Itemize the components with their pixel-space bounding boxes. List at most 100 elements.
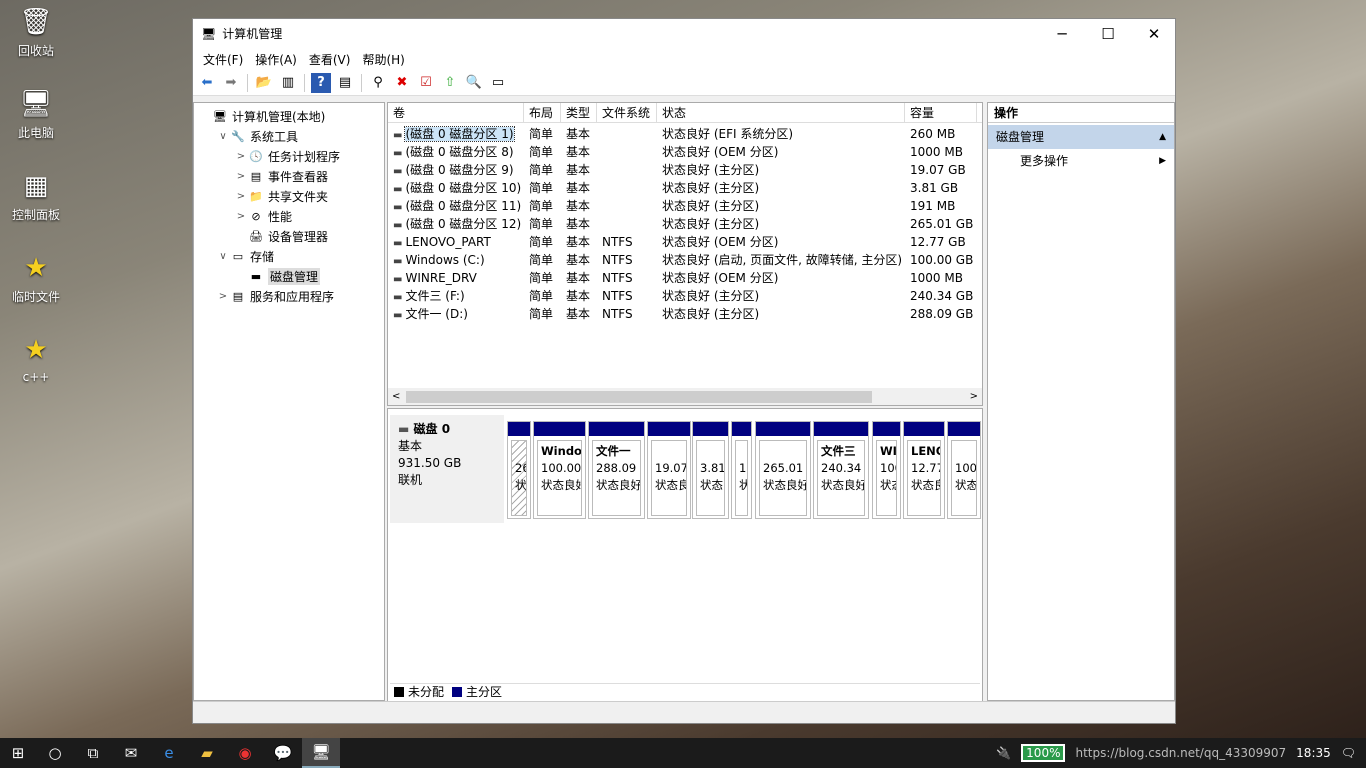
tree-node[interactable]: ∨ 🔧 系统工具 [194, 126, 384, 146]
clock[interactable]: 18:35 [1296, 746, 1331, 760]
partition-body: LENOVO 12.77 GB 状态良好 [907, 440, 941, 516]
scroll-right-icon[interactable]: > [970, 391, 978, 402]
collapse-icon[interactable]: ▲ [1159, 125, 1166, 149]
minimize-button[interactable]: ─ [1039, 19, 1085, 48]
menu-file[interactable]: 文件(F) [197, 51, 249, 68]
show-hide-tree-icon[interactable]: ▥ [278, 73, 298, 93]
table-row[interactable]: ▬ (磁盘 0 磁盘分区 11) 简单 基本 状态良好 (主分区) 191 MB [388, 197, 982, 215]
table-cell: 简单 [529, 127, 554, 141]
table-row[interactable]: ▬ Windows (C:) 简单 基本 NTFS 状态良好 (启动, 页面文件, 故障转… [388, 251, 982, 269]
tree-node[interactable]: > 🕓 任务计划程序 [194, 146, 384, 166]
partition-size: 265.01 GB [763, 461, 806, 475]
partition-name: WINRE [880, 444, 897, 458]
table-cell: 状态良好 (启动, 页面文件, 故障转储, 主分区) [662, 253, 903, 267]
column-header[interactable]: 状态 [657, 103, 905, 122]
expand-toggle-icon[interactable]: ∨ [216, 251, 230, 262]
tree-node[interactable]: ▬ 磁盘管理 [194, 266, 384, 286]
connect-icon[interactable]: ⚲ [368, 73, 388, 93]
close-button[interactable]: ✕ [1131, 19, 1177, 48]
help-icon[interactable]: ? [311, 72, 331, 93]
computer-management-task-icon[interactable]: 🖥 [302, 738, 340, 768]
tree-node[interactable]: > 📁 共享文件夹 [194, 186, 384, 206]
edge-icon[interactable]: e [150, 738, 188, 768]
table-cell: 19.07 GB [910, 163, 966, 177]
tree-node-icon: 🖥 [213, 109, 227, 123]
tree-node[interactable]: > ▤ 事件查看器 [194, 166, 384, 186]
properties-view-icon[interactable]: ▤ [335, 73, 355, 93]
notification-icon[interactable]: 🗨 [1341, 746, 1356, 760]
more-actions-item[interactable]: 更多操作 ▶ [988, 149, 1174, 173]
table-row[interactable]: ▬ (磁盘 0 磁盘分区 9) 简单 基本 状态良好 (主分区) 19.07 GB [388, 161, 982, 179]
table-row[interactable]: ▬ (磁盘 0 磁盘分区 12) 简单 基本 状态良好 (主分区) 265.01 GB [388, 215, 982, 233]
tree-node[interactable]: ∨ ▭ 存储 [194, 246, 384, 266]
column-header[interactable]: 类型 [561, 103, 597, 122]
menu-view[interactable]: 查看(V) [303, 51, 357, 68]
console-icon[interactable]: ▭ [488, 73, 508, 93]
maximize-button[interactable]: ☐ [1085, 19, 1131, 48]
tree-node[interactable]: > ⊘ 性能 [194, 206, 384, 226]
disk-info[interactable]: ▬ 磁盘 0 基本 931.50 GB 联机 [390, 415, 504, 523]
table-row[interactable]: ▬ LENOVO_PART 简单 基本 NTFS 状态良好 (OEM 分区) 12.77 G… [388, 233, 982, 251]
column-header[interactable]: 容量 [905, 103, 977, 122]
column-header[interactable]: 文件系统 [597, 103, 657, 122]
menu-help[interactable]: 帮助(H) [356, 51, 410, 68]
table-row[interactable]: ▬ (磁盘 0 磁盘分区 1) 简单 基本 状态良好 (EFI 系统分区) 260 MB [388, 125, 982, 143]
tree-node[interactable]: 🖨 设备管理器 [194, 226, 384, 246]
tree-node[interactable]: 🖥 计算机管理(本地) [194, 106, 384, 126]
table-row[interactable]: ▬ 文件三 (F:) 简单 基本 NTFS 状态良好 (主分区) 240.34 GB [388, 287, 982, 305]
mail-icon[interactable]: ✉ [112, 738, 150, 768]
table-row[interactable]: ▬ WINRE_DRV 简单 基本 NTFS 状态良好 (OEM 分区) 1000 MB [388, 269, 982, 287]
scroll-left-icon[interactable]: < [392, 391, 400, 402]
table-cell: 简单 [529, 307, 554, 321]
import-icon[interactable]: ⇧ [440, 73, 460, 93]
partition-block[interactable]: 19.07 GB 状态良好 [647, 421, 691, 519]
start-windows-icon[interactable]: ⊞ [0, 738, 36, 768]
partition-block[interactable]: Windows 100.00 GB 状态良好 [533, 421, 586, 519]
partition-block[interactable]: 191 MB 状态良好 [731, 421, 752, 519]
scrollbar-thumb[interactable] [406, 390, 872, 403]
column-header[interactable]: 卷 [388, 103, 524, 122]
expand-toggle-icon[interactable]: > [234, 191, 248, 202]
partition-block[interactable]: 265.01 GB 状态良好 [755, 421, 811, 519]
task-view-icon[interactable]: ⧉ [74, 738, 112, 768]
back-icon[interactable]: ⬅ [197, 73, 217, 93]
table-row[interactable]: ▬ (磁盘 0 磁盘分区 8) 简单 基本 状态良好 (OEM 分区) 1000 MB [388, 143, 982, 161]
partition-block[interactable]: LENOVO 12.77 GB 状态良好 [903, 421, 945, 519]
partition-name: 文件一 [596, 444, 631, 458]
partition-block[interactable]: 文件一 288.09 GB 状态良好 [588, 421, 645, 519]
partition-block[interactable]: 3.81 GB 状态良好 [692, 421, 729, 519]
partition-block[interactable]: 1000 MB 状态良好 [947, 421, 981, 519]
expand-toggle-icon[interactable]: ∨ [216, 131, 230, 142]
desktop-icon[interactable]: ★ 临时文件 [8, 252, 64, 305]
file-explorer-icon[interactable]: ▰ [188, 738, 226, 768]
expand-toggle-icon[interactable]: > [234, 151, 248, 162]
tree-node[interactable]: > ▤ 服务和应用程序 [194, 286, 384, 306]
desktop-icon[interactable]: ▦ 控制面板 [8, 170, 64, 223]
column-header[interactable]: 布局 [524, 103, 561, 122]
netease-music-icon[interactable]: ◉ [226, 738, 264, 768]
desktop-icon[interactable]: ★ c++ [8, 334, 64, 384]
forward-icon[interactable]: ➡ [221, 73, 241, 93]
expand-toggle-icon[interactable]: > [216, 291, 230, 302]
expand-toggle-icon[interactable]: > [234, 171, 248, 182]
horizontal-scrollbar[interactable]: < > [388, 388, 982, 405]
table-row[interactable]: ▬ 文件一 (D:) 简单 基本 NTFS 状态良好 (主分区) 288.09 GB [388, 305, 982, 323]
search-icon[interactable]: 🔍 [464, 73, 484, 93]
menu-action[interactable]: 操作(A) [249, 51, 303, 68]
partition-block[interactable]: WINRE 1000 MB 状态良好 [872, 421, 901, 519]
desktop-icon[interactable]: 🗑 回收站 [8, 6, 64, 59]
battery-indicator[interactable]: 100% [1021, 744, 1066, 762]
search-circle-icon[interactable]: ○ [36, 738, 74, 768]
up-folder-icon[interactable]: 📂 [254, 73, 274, 93]
table-cell: 简单 [529, 271, 554, 285]
table-row[interactable]: ▬ (磁盘 0 磁盘分区 10) 简单 基本 状态良好 (主分区) 3.81 GB [388, 179, 982, 197]
actions-section-disk-management[interactable]: 磁盘管理 ▲ [988, 125, 1174, 149]
partition-block[interactable]: 260 MB 状态良好 [507, 421, 531, 519]
desktop-icon[interactable]: 🖥 此电脑 [8, 88, 64, 141]
power-plug-icon[interactable]: 🔌 [996, 746, 1011, 760]
expand-toggle-icon[interactable]: > [234, 211, 248, 222]
wechat-icon[interactable]: 💬 [264, 738, 302, 768]
partition-block[interactable]: 文件三 240.34 GB 状态良好 [813, 421, 869, 519]
delete-icon[interactable]: ✖ [392, 73, 412, 93]
check-icon[interactable]: ☑ [416, 73, 436, 93]
